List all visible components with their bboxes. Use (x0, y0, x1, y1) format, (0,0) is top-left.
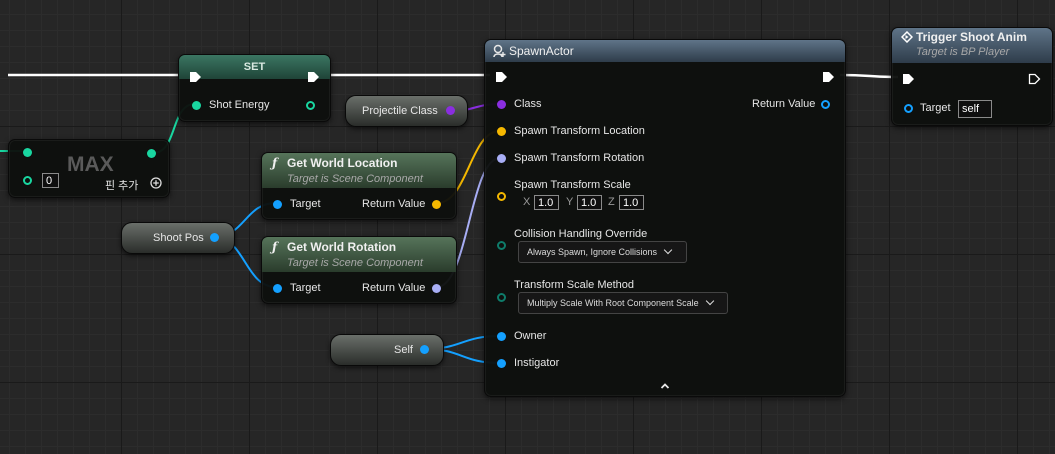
scale-method-dropdown[interactable]: Multiply Scale With Root Component Scale (518, 292, 728, 314)
owner-pin[interactable] (497, 332, 506, 341)
exec-pin-icon[interactable] (189, 71, 202, 83)
scale-z-input[interactable]: 1.0 (619, 195, 644, 210)
gwl-return-label: Return Value (362, 198, 426, 210)
class-label: Class (514, 98, 542, 110)
spawn-actor-node[interactable]: SpawnActor Class Return Value Spawn Tran… (484, 39, 846, 397)
spawn-location-pin[interactable] (497, 127, 506, 136)
shot-energy-label: Shot Energy (209, 99, 270, 111)
shot-energy-input-pin[interactable] (192, 101, 201, 110)
exec-pin-icon[interactable] (902, 73, 915, 85)
collision-dropdown[interactable]: Always Spawn, Ignore Collisions (518, 241, 687, 263)
function-icon: ƒ (272, 240, 278, 254)
gwl-subtitle: Target is Scene Component (287, 173, 423, 185)
trigger-subtitle: Target is BP Player (916, 46, 1010, 58)
gwl-title: Get World Location (287, 156, 398, 170)
projectile-class-output-pin[interactable] (446, 106, 455, 115)
max-output-pin[interactable] (147, 149, 156, 158)
exec-pin-icon[interactable] (495, 71, 508, 83)
trigger-target-input[interactable]: self (958, 100, 992, 118)
scale-x-input[interactable]: 1.0 (534, 195, 559, 210)
gwr-subtitle: Target is Scene Component (287, 257, 423, 269)
spawn-title: SpawnActor (509, 44, 574, 58)
gwl-target-pin[interactable] (273, 200, 282, 209)
projectile-class-label: Projectile Class (362, 105, 438, 117)
scale-method-dropdown-value: Multiply Scale With Root Component Scale (527, 298, 699, 308)
max-input-pin-b[interactable] (23, 176, 32, 185)
trigger-title: Trigger Shoot Anim (916, 30, 1027, 44)
exec-wire (839, 73, 899, 79)
max-input-pin-a[interactable] (23, 148, 32, 157)
gwl-target-label: Target (290, 198, 321, 210)
self-node[interactable]: Self (330, 334, 444, 366)
spawn-scale-label: Spawn Transform Scale (514, 179, 631, 191)
chevron-down-icon (705, 296, 714, 306)
max-title: MAX (67, 153, 114, 176)
spawn-scale-pin[interactable] (497, 192, 506, 201)
exec-pin-icon[interactable] (1028, 73, 1041, 85)
collision-pin[interactable] (497, 241, 506, 250)
self-label: Self (394, 344, 413, 356)
exec-pin-icon[interactable] (307, 71, 320, 83)
self-output-pin[interactable] (420, 345, 429, 354)
gwl-return-pin[interactable] (432, 200, 441, 209)
scale-method-label: Transform Scale Method (514, 279, 635, 291)
instigator-pin[interactable] (497, 359, 506, 368)
collision-dropdown-value: Always Spawn, Ignore Collisions (527, 247, 658, 257)
get-world-rotation-node[interactable]: ƒ Get World Rotation Target is Scene Com… (261, 236, 457, 304)
class-pin[interactable] (497, 100, 506, 109)
projectile-class-node[interactable]: Projectile Class (345, 95, 468, 127)
return-value-label: Return Value (752, 98, 816, 110)
max-node[interactable]: 0 MAX 핀 추가 (8, 139, 170, 198)
collapse-arrow-icon[interactable] (660, 381, 670, 389)
add-pin-label[interactable]: 핀 추가 (105, 177, 138, 193)
event-call-icon (900, 30, 914, 44)
scale-z-label: Z (608, 196, 615, 208)
gwr-return-pin[interactable] (432, 284, 441, 293)
chevron-down-icon (663, 245, 673, 255)
spawn-actor-icon (492, 44, 506, 58)
gwr-target-pin[interactable] (273, 284, 282, 293)
trigger-shoot-anim-node[interactable]: Trigger Shoot Anim Target is BP Player T… (891, 27, 1053, 126)
trigger-target-label: Target (920, 102, 951, 114)
exec-pin-icon[interactable] (822, 71, 835, 83)
scale-method-pin[interactable] (497, 293, 506, 302)
add-pin-icon[interactable] (150, 177, 162, 189)
shoot-pos-output-pin[interactable] (210, 233, 219, 242)
scale-y-label: Y (566, 196, 574, 208)
shot-energy-output-pin[interactable] (306, 101, 315, 110)
return-value-pin[interactable] (821, 100, 830, 109)
owner-label: Owner (514, 330, 547, 342)
function-icon: ƒ (272, 156, 278, 170)
shoot-pos-label: Shoot Pos (153, 232, 204, 244)
scale-y-input[interactable]: 1.0 (577, 195, 602, 210)
get-world-location-node[interactable]: ƒ Get World Location Target is Scene Com… (261, 152, 457, 220)
shoot-pos-node[interactable]: Shoot Pos (121, 222, 235, 254)
trigger-target-pin[interactable] (904, 104, 913, 113)
gwr-return-label: Return Value (362, 282, 426, 294)
scale-x-label: X (523, 196, 531, 208)
gwr-title: Get World Rotation (287, 240, 397, 254)
gwr-target-label: Target (290, 282, 321, 294)
spawn-rotation-label: Spawn Transform Rotation (514, 152, 645, 164)
max-input-value[interactable]: 0 (42, 173, 59, 188)
spawn-rotation-pin[interactable] (497, 154, 506, 163)
set-node[interactable]: SET Shot Energy (178, 54, 331, 122)
instigator-label: Instigator (514, 357, 560, 369)
spawn-location-label: Spawn Transform Location (514, 125, 645, 137)
collision-label: Collision Handling Override (514, 228, 648, 240)
